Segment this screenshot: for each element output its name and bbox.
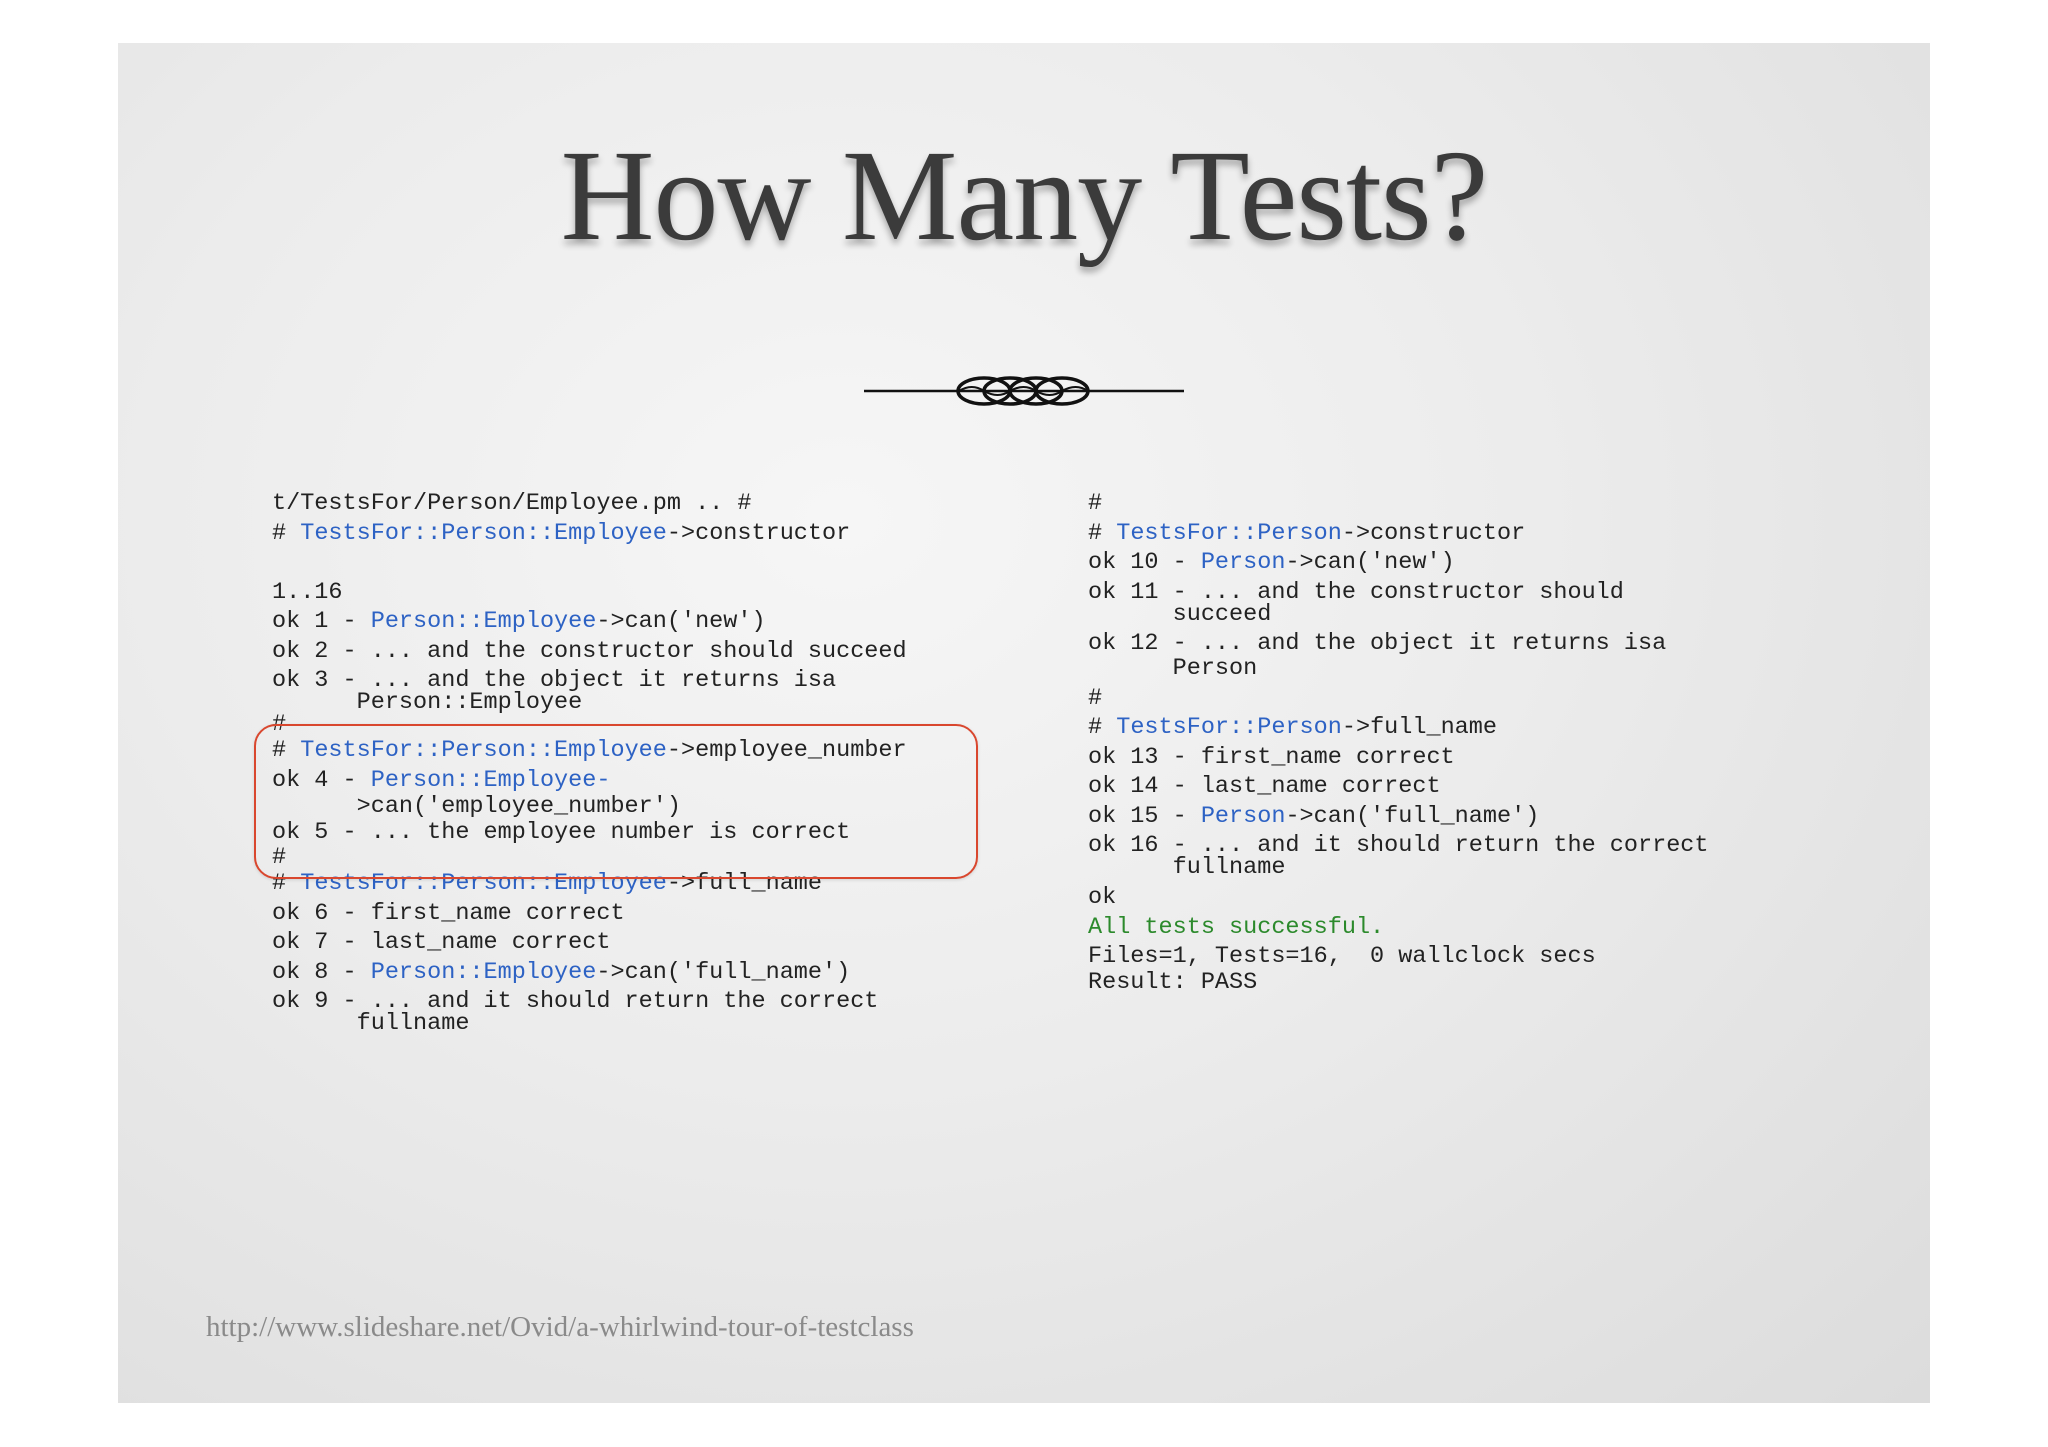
namespace: TestsFor::Person — [1116, 519, 1342, 547]
code-line: succeed — [1088, 600, 1272, 628]
code-line: Person::Employee — [272, 689, 583, 716]
code-line: ok — [1088, 884, 1117, 911]
code-line: ok 6 - first_name correct — [272, 899, 625, 927]
code-line: 1..16 — [272, 578, 343, 606]
method: ->can('new') — [1285, 549, 1455, 576]
code-line: ok 12 - ... and the object it returns is… — [1088, 629, 1667, 657]
ornamental-divider-icon — [864, 376, 1184, 406]
code-line: Person — [1088, 654, 1258, 682]
code-line: # — [1088, 684, 1103, 712]
method: ->can('full_name') — [596, 958, 851, 986]
test-prefix: ok 1 - — [272, 608, 371, 635]
namespace: TestsFor::Person — [1116, 714, 1342, 741]
test-prefix: ok 10 - — [1088, 549, 1201, 576]
method: ->can('new') — [596, 608, 766, 635]
code-line: Files=1, Tests=16, 0 wallclock secs — [1088, 943, 1596, 970]
code-line: ok 14 - last_name correct — [1088, 773, 1441, 800]
namespace: Person — [1200, 549, 1286, 576]
comment-prefix: # — [1088, 714, 1117, 741]
method: ->constructor — [666, 519, 851, 547]
code-line: ok 13 - first_name correct — [1088, 743, 1455, 771]
slide: How Many Tests? t/TestsFor/Person/Employ… — [118, 43, 1930, 1403]
code-line: ok 7 - last_name correct — [272, 929, 611, 956]
test-prefix: ok 8 - — [272, 958, 371, 986]
code-line: ok 10 - Person->can('new') — [1088, 548, 1848, 578]
code-line: fullname — [272, 1010, 470, 1037]
result-line: Result: PASS — [1088, 968, 1258, 996]
comment-prefix: # — [272, 519, 301, 547]
right-test-output: # # TestsFor::Person->constructor ok 10 … — [1088, 489, 1848, 994]
namespace: TestsFor::Person::Employee — [300, 519, 667, 547]
comment-prefix: # — [1088, 519, 1117, 547]
footer-url: http://www.slideshare.net/Ovid/a-whirlwi… — [206, 1311, 914, 1343]
highlight-box — [254, 724, 978, 879]
slide-title: How Many Tests? — [560, 124, 1489, 268]
namespace: Person::Employee — [370, 608, 597, 635]
code-line: ok 2 - ... and the constructor should su… — [272, 637, 907, 665]
method: ->constructor — [1341, 519, 1526, 547]
code-line: ok 8 - Person::Employee->can('full_name'… — [272, 958, 1032, 988]
code-line: ok 1 - Person::Employee->can('new') — [272, 607, 1032, 637]
code-line: # TestsFor::Person->constructor — [1088, 519, 1848, 549]
test-prefix: ok 15 - — [1088, 802, 1201, 830]
code-line: t/TestsFor/Person/Employee.pm .. # — [272, 490, 752, 517]
namespace: Person — [1200, 802, 1286, 830]
code-line: # TestsFor::Person->full_name — [1088, 713, 1848, 743]
success-message: All tests successful. — [1088, 913, 1385, 941]
code-line: ok 15 - Person->can('full_name') — [1088, 802, 1848, 832]
code-line: fullname — [1088, 854, 1286, 881]
method: ->full_name — [1341, 714, 1497, 741]
code-line: # TestsFor::Person::Employee->constructo… — [272, 519, 1032, 549]
method: ->can('full_name') — [1285, 802, 1540, 830]
namespace: Person::Employee — [370, 958, 597, 986]
code-line: # — [1088, 490, 1103, 517]
